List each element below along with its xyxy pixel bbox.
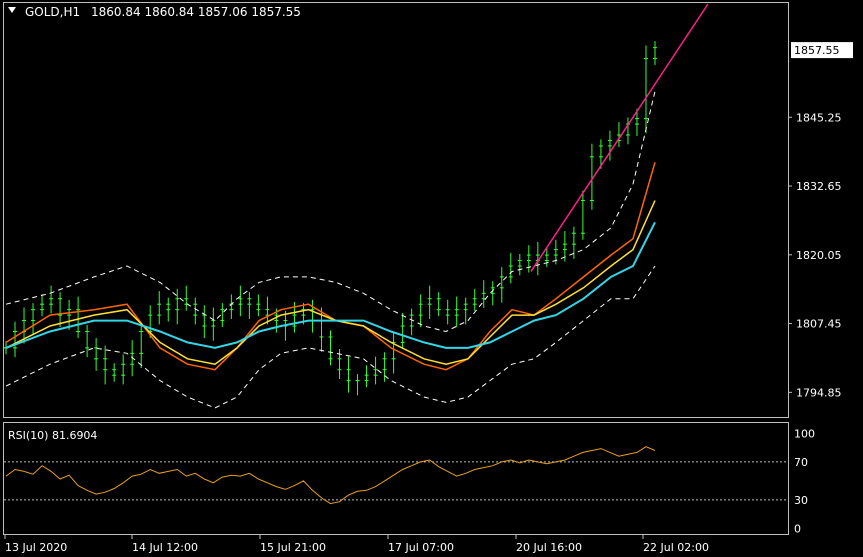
current-price-label: 1857.55 — [794, 44, 840, 57]
rsi-tick-label: 30 — [794, 494, 808, 507]
trendline-layer — [530, 3, 709, 272]
price-tick-label: 1845.25 — [796, 111, 842, 124]
time-axis: 13 Jul 2020 14 Jul 12:00 15 Jul 21:00 17 Ju… — [4, 535, 709, 554]
candles-layer — [4, 41, 657, 396]
upper-band-line — [5, 91, 656, 333]
rsi-line — [5, 446, 656, 505]
price-tick-label: 1794.85 — [796, 386, 842, 399]
rsi-label: RSI(10) 81.6904 — [8, 429, 97, 442]
ma-slow-line — [5, 221, 656, 349]
time-tick-label: 17 Jul 07:00 — [388, 541, 454, 554]
time-tick-label: 20 Jul 16:00 — [516, 541, 582, 554]
price-tick-label: 1832.65 — [796, 180, 842, 193]
time-tick-label: 15 Jul 21:00 — [260, 541, 326, 554]
rsi-tick-label: 0 — [794, 522, 801, 535]
triangle-down-icon[interactable] — [8, 7, 16, 13]
main-panel-frame — [3, 2, 789, 418]
price-axis: 1794.85 1807.45 1820.05 1832.65 1845.25 — [788, 111, 842, 399]
rsi-tick-label: 100 — [794, 427, 815, 440]
price-tick-label: 1807.45 — [796, 318, 842, 331]
symbol-label: GOLD,H1 — [25, 5, 80, 19]
time-tick-label: 13 Jul 2020 — [5, 541, 67, 554]
rsi-axis: 100 70 30 0 — [794, 427, 815, 535]
ohlc-values: 1860.84 1860.84 1857.06 1857.55 — [91, 5, 301, 19]
rsi-panel-frame — [3, 422, 789, 535]
time-tick-label: 14 Jul 12:00 — [132, 541, 198, 554]
price-tick-label: 1820.05 — [796, 249, 842, 262]
rsi-layer — [4, 446, 788, 505]
price-chart[interactable]: GOLD,H1 1860.84 1860.84 1857.06 1857.55 … — [0, 0, 863, 557]
time-tick-label: 22 Jul 02:00 — [643, 541, 709, 554]
trendline — [530, 3, 709, 272]
rsi-tick-label: 70 — [794, 456, 808, 469]
